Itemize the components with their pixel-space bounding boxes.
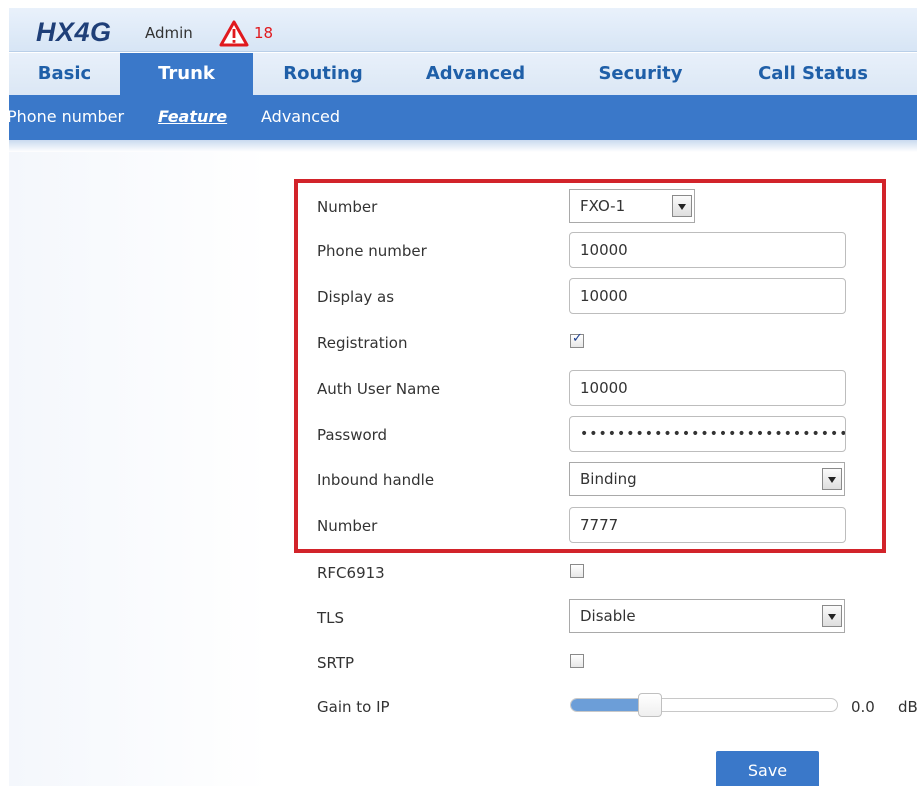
- warning-triangle-icon[interactable]: [219, 20, 249, 47]
- gain-to-ip-label: Gain to IP: [317, 698, 390, 716]
- gain-value: 0.0: [851, 698, 875, 716]
- gain-slider-handle[interactable]: [638, 693, 662, 717]
- tab-advanced[interactable]: Advanced: [393, 53, 558, 95]
- subtab-phone-number[interactable]: Phone number: [7, 107, 124, 126]
- rfc6913-checkbox[interactable]: [570, 564, 584, 578]
- tab-call-status[interactable]: Call Status: [723, 53, 903, 95]
- gain-unit: dB: [898, 698, 917, 716]
- tab-security[interactable]: Security: [558, 53, 723, 95]
- tls-select[interactable]: Disable: [569, 599, 845, 633]
- tab-basic[interactable]: Basic: [9, 53, 120, 95]
- user-role[interactable]: Admin: [145, 24, 193, 42]
- highlight-box: [294, 179, 886, 553]
- main-nav: Basic Trunk Routing Advanced Security Ca…: [9, 53, 917, 95]
- srtp-label: SRTP: [317, 654, 355, 672]
- save-button[interactable]: Save: [716, 751, 819, 786]
- subtab-feature[interactable]: Feature: [158, 107, 227, 126]
- tls-value: Disable: [580, 607, 636, 625]
- subnav-divider: [9, 140, 917, 152]
- gain-slider-track[interactable]: [570, 698, 838, 712]
- srtp-checkbox[interactable]: [570, 654, 584, 668]
- brand-logo: HX4G: [36, 17, 112, 47]
- top-header: HX4G Admin 18: [9, 8, 917, 52]
- chevron-down-icon[interactable]: [822, 605, 842, 627]
- sub-nav: Phone number Feature Advanced: [7, 95, 917, 140]
- tls-label: TLS: [317, 609, 345, 627]
- alarm-count[interactable]: 18: [254, 24, 273, 42]
- tab-trunk[interactable]: Trunk: [120, 53, 253, 95]
- gain-slider-fill: [571, 699, 638, 711]
- subtab-advanced[interactable]: Advanced: [261, 107, 340, 126]
- tab-routing[interactable]: Routing: [253, 53, 393, 95]
- rfc6913-label: RFC6913: [317, 564, 385, 582]
